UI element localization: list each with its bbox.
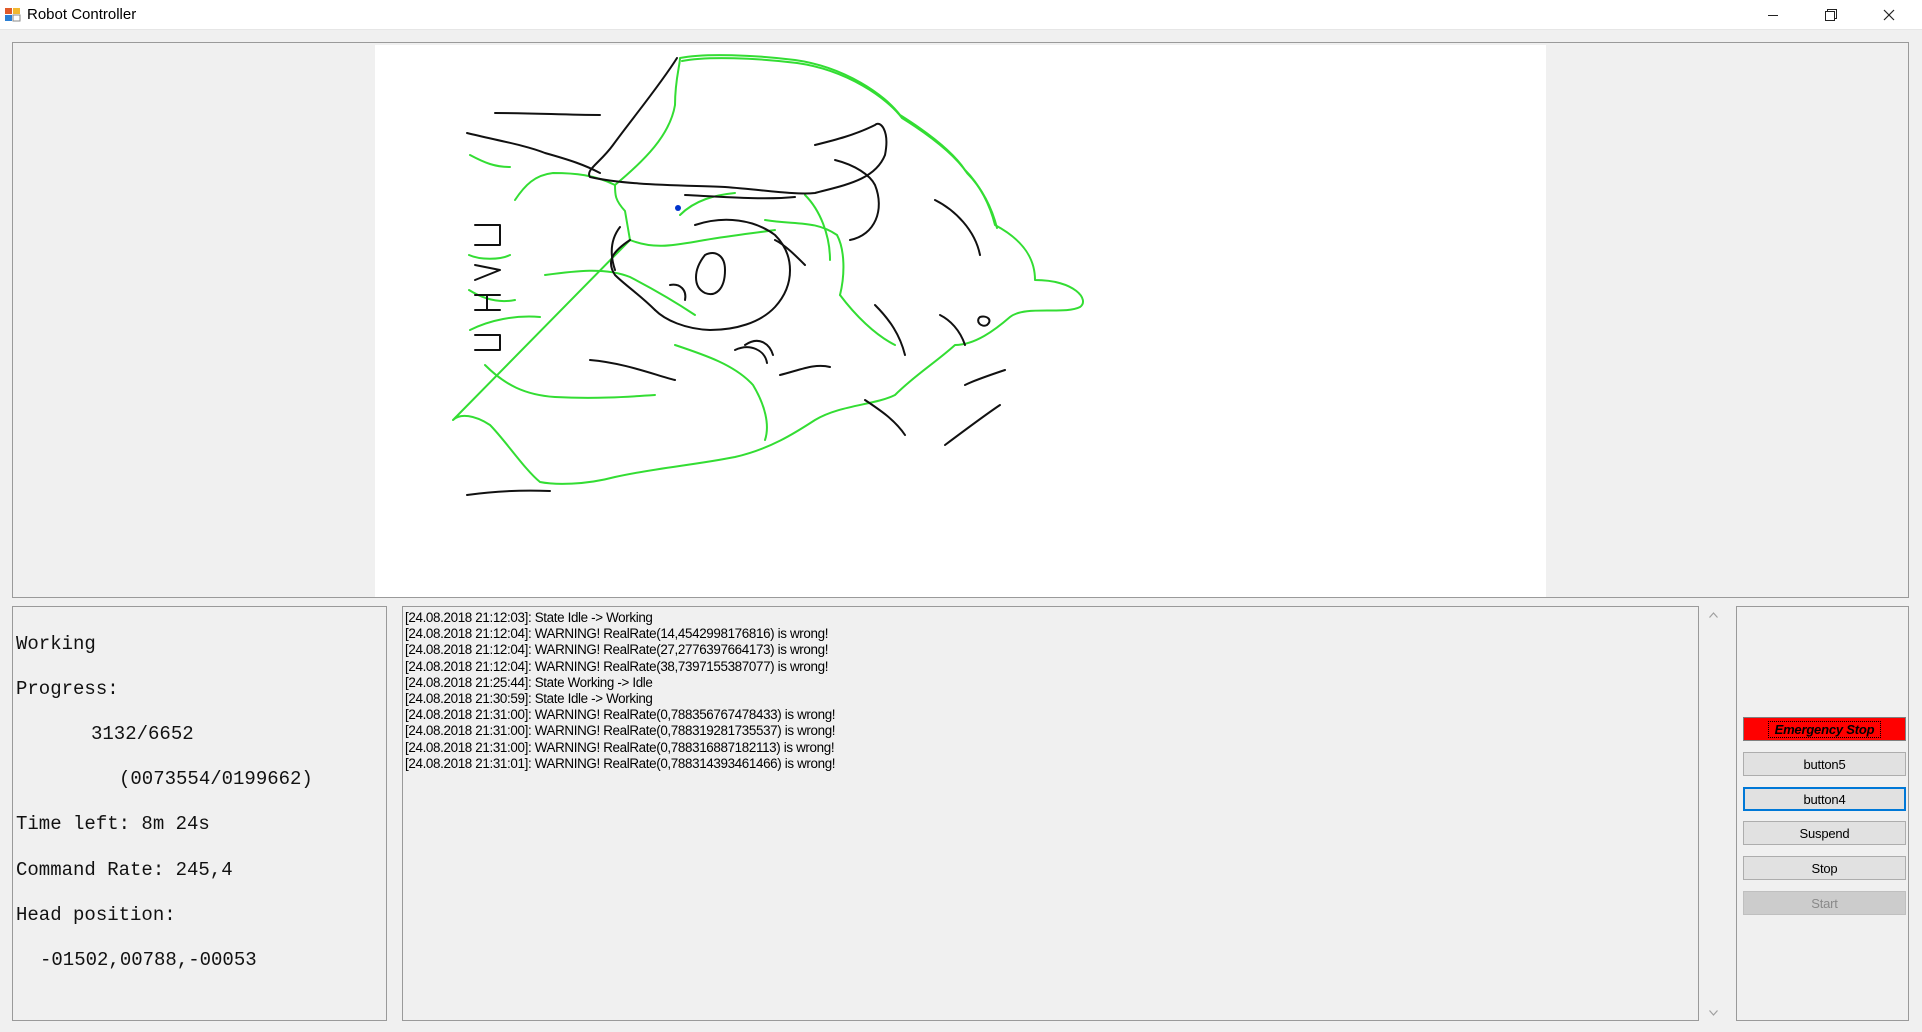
log-entry: [24.08.2018 21:31:00]: WARNING! RealRate… xyxy=(405,707,836,723)
time-left-text: Time left: 8m 24s xyxy=(16,813,210,836)
pending-path xyxy=(466,57,1006,496)
progress-count: 3132/6652 xyxy=(91,722,194,745)
canvas-panel xyxy=(12,42,1909,598)
log-entry: [24.08.2018 21:12:04]: WARNING! RealRate… xyxy=(405,626,829,642)
log-entry: [24.08.2018 21:12:04]: WARNING! RealRate… xyxy=(405,658,829,674)
log-entry: [24.08.2018 21:25:44]: State Working -> … xyxy=(405,674,653,690)
log-panel[interactable]: [24.08.2018 21:12:03]: State Idle -> Wor… xyxy=(402,606,1699,1021)
command-rate-text: Command Rate: 245,4 xyxy=(16,858,233,881)
chevron-up-icon xyxy=(1709,611,1718,618)
chevron-down-icon xyxy=(1709,1009,1718,1016)
minimize-icon xyxy=(1768,15,1778,16)
minimize-button[interactable] xyxy=(1744,0,1802,30)
emergency-stop-label: Emergency Stop xyxy=(1767,720,1882,738)
button5-button[interactable]: button5 xyxy=(1743,752,1906,776)
suspend-button[interactable]: Suspend xyxy=(1743,821,1906,845)
completed-path xyxy=(452,54,1084,485)
restore-button[interactable] xyxy=(1802,0,1860,30)
log-entry: [24.08.2018 21:12:04]: WARNING! RealRate… xyxy=(405,642,829,658)
title-bar: Robot Controller xyxy=(0,0,1922,30)
head-position-label: Head position: xyxy=(16,903,176,926)
log-entry: [24.08.2018 21:12:03]: State Idle -> Wor… xyxy=(405,610,653,625)
close-icon xyxy=(1883,9,1895,21)
window-title: Robot Controller xyxy=(27,6,137,23)
control-panel: Emergency Stop button5 button4 Suspend S… xyxy=(1736,606,1909,1021)
app-icon xyxy=(5,8,21,22)
stop-button[interactable]: Stop xyxy=(1743,856,1906,880)
log-entry: [24.08.2018 21:31:00]: WARNING! RealRate… xyxy=(405,739,835,755)
scroll-up-button[interactable] xyxy=(1705,606,1722,623)
status-panel: Working Progress: 3132/6652 (0073554/019… xyxy=(12,606,387,1021)
state-text: Working xyxy=(16,632,96,655)
log-entry: [24.08.2018 21:31:00]: WARNING! RealRate… xyxy=(405,723,836,739)
log-scrollbar[interactable] xyxy=(1705,606,1722,1021)
drawing-canvas[interactable] xyxy=(375,45,1546,597)
log-list: [24.08.2018 21:12:03]: State Idle -> Wor… xyxy=(405,610,1675,772)
button4-button[interactable]: button4 xyxy=(1743,787,1906,811)
drawing-letters xyxy=(474,224,501,351)
head-position-value: -01502,00788,-00053 xyxy=(40,948,257,971)
log-entry: [24.08.2018 21:31:01]: WARNING! RealRate… xyxy=(405,755,836,771)
restore-icon xyxy=(1825,9,1837,21)
close-button[interactable] xyxy=(1860,0,1918,30)
drawing-preview xyxy=(452,54,1084,496)
head-marker xyxy=(675,205,681,211)
emergency-stop-button[interactable]: Emergency Stop xyxy=(1743,717,1906,741)
progress-label: Progress: xyxy=(16,677,119,700)
scroll-down-button[interactable] xyxy=(1705,1004,1722,1021)
log-entry: [24.08.2018 21:30:59]: State Idle -> Wor… xyxy=(405,691,653,707)
progress-detail: (0073554/0199662) xyxy=(119,768,313,791)
start-button[interactable]: Start xyxy=(1743,891,1906,915)
